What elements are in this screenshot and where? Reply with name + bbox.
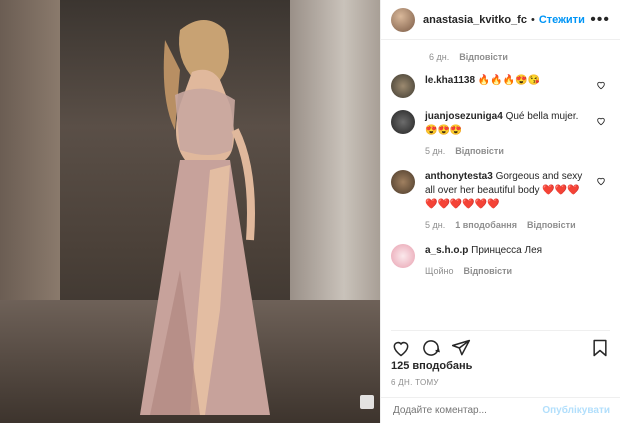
- caption-age: 6 дн.: [429, 52, 450, 62]
- comment-reply-button[interactable]: Відповісти: [463, 264, 512, 278]
- overlay-icon: [360, 395, 374, 409]
- author-avatar[interactable]: [391, 7, 415, 32]
- follow-button[interactable]: Стежити: [539, 14, 585, 26]
- heart-icon[interactable]: [391, 338, 411, 358]
- share-icon[interactable]: [451, 338, 471, 358]
- add-comment-bar: Опублікувати: [381, 397, 620, 423]
- comment-like-heart-icon[interactable]: [596, 80, 606, 90]
- post-sidebar: anastasia_kvitko_fc • Стежити ••• 6 дн. …: [380, 0, 620, 423]
- publish-button[interactable]: Опублікувати: [542, 405, 610, 416]
- comment-item: anthonytesta3 Gorgeous and sexy all over…: [391, 170, 610, 232]
- comment-text: 🔥🔥🔥😍😘: [477, 75, 541, 86]
- likes-count[interactable]: 125 вподобань: [391, 360, 472, 372]
- comment-username[interactable]: anthonytesta3: [425, 171, 493, 182]
- comment-input[interactable]: [391, 404, 543, 417]
- comment-item: juanjosezuniga4 Qué bella mujer. 😍😍😍 5 д…: [391, 110, 610, 158]
- comment-meta: 5 дн. 1 вподобання Відповісти: [425, 218, 585, 232]
- post-timestamp[interactable]: 6 ДН. ТОМУ: [391, 378, 439, 387]
- woman-in-sequin-dress-figure: [140, 20, 270, 415]
- commenter-avatar[interactable]: [391, 170, 415, 194]
- comment-text: Принцесса Лея: [471, 245, 543, 256]
- comment-item: a_s.h.o.p Принцесса Лея Щойно Відповісти: [391, 244, 610, 278]
- more-options-icon[interactable]: •••: [590, 11, 610, 29]
- comment-reply-button[interactable]: Відповісти: [455, 144, 504, 158]
- post-actions: [391, 330, 610, 361]
- comment-age: Щойно: [425, 266, 454, 276]
- comment-like-heart-icon[interactable]: [596, 116, 606, 126]
- comment-age: 5 дн.: [425, 220, 446, 230]
- post-header: anastasia_kvitko_fc • Стежити •••: [381, 0, 620, 40]
- comment-meta: 5 дн. Відповісти: [425, 144, 585, 158]
- comments-list: 6 дн. Відповісти le.kha1138 🔥🔥🔥😍😘 juanjo…: [381, 40, 620, 322]
- comment-meta: Щойно Відповісти: [425, 264, 585, 278]
- comment-likes-count[interactable]: 1 вподобання: [455, 218, 517, 232]
- separator-dot: •: [530, 13, 535, 26]
- caption-reply-button[interactable]: Відповісти: [459, 52, 508, 62]
- comment-icon[interactable]: [421, 338, 441, 358]
- commenter-avatar[interactable]: [391, 110, 415, 134]
- post-photo[interactable]: [0, 0, 380, 423]
- author-username[interactable]: anastasia_kvitko_fc: [423, 14, 527, 26]
- comment-username[interactable]: a_s.h.o.p: [425, 245, 468, 256]
- comment-item: le.kha1138 🔥🔥🔥😍😘: [391, 74, 610, 98]
- caption-meta: 6 дн. Відповісти: [429, 52, 610, 62]
- commenter-avatar[interactable]: [391, 74, 415, 98]
- comment-reply-button[interactable]: Відповісти: [527, 218, 576, 232]
- comment-username[interactable]: juanjosezuniga4: [425, 111, 503, 122]
- bookmark-icon[interactable]: [590, 338, 610, 358]
- commenter-avatar[interactable]: [391, 244, 415, 268]
- comment-like-heart-icon[interactable]: [596, 176, 606, 186]
- comment-username[interactable]: le.kha1138: [425, 75, 475, 86]
- comment-age: 5 дн.: [425, 146, 446, 156]
- post: anastasia_kvitko_fc • Стежити ••• 6 дн. …: [0, 0, 620, 423]
